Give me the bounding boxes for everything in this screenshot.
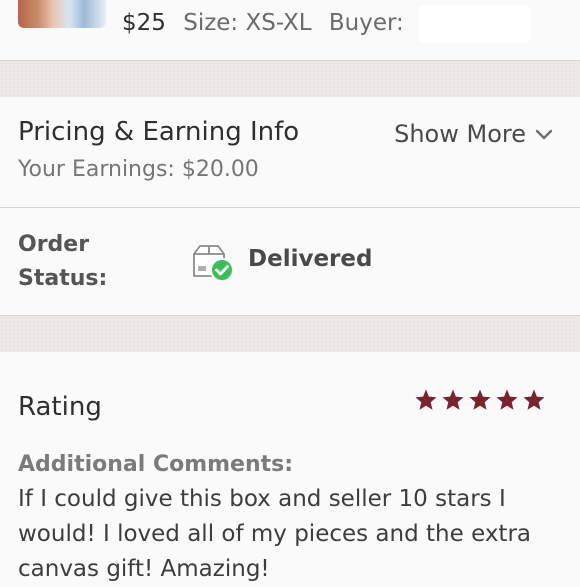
listing-size: Size: XS-XL	[183, 10, 312, 36]
star-icon	[496, 389, 518, 410]
order-status-value: Delivered	[248, 246, 373, 272]
star-icon	[523, 389, 545, 410]
pricing-section: Pricing & Earning Info Show More Your Ea…	[0, 97, 580, 208]
order-status-label: Order Status:	[18, 228, 128, 296]
chevron-down-icon	[535, 129, 553, 140]
listing-details: $25 Size: XS-XL Buyer:	[122, 8, 414, 38]
show-more-button[interactable]: Show More	[394, 120, 554, 148]
star-icon	[469, 389, 491, 410]
star-icon	[415, 389, 437, 410]
delivered-box-check-icon	[193, 245, 234, 282]
listing-price: $25	[122, 10, 166, 36]
listing-summary: $25 Size: XS-XL Buyer:	[0, 0, 580, 60]
additional-comments-label: Additional Comments:	[18, 452, 294, 477]
section-divider	[0, 315, 580, 353]
star-rating	[414, 388, 546, 412]
rating-title: Rating	[18, 392, 102, 422]
order-status-label-line2: Status:	[18, 266, 108, 291]
buyer-label: Buyer:	[328, 10, 404, 36]
order-status-section: Order Status: Delivered	[0, 208, 580, 315]
additional-comments-text: If I could give this box and seller 10 s…	[18, 486, 531, 582]
rating-section: Rating Additional Comments: If I could g…	[0, 352, 580, 582]
star-icon	[442, 389, 464, 410]
redacted-buyer-name	[418, 6, 530, 42]
your-earnings: Your Earnings: $20.00	[18, 157, 259, 182]
show-more-label: Show More	[394, 120, 526, 148]
pricing-title: Pricing & Earning Info	[18, 117, 300, 147]
listing-thumbnail[interactable]	[18, 0, 106, 28]
section-divider	[0, 60, 580, 98]
order-status-label-line1: Order	[18, 232, 90, 257]
